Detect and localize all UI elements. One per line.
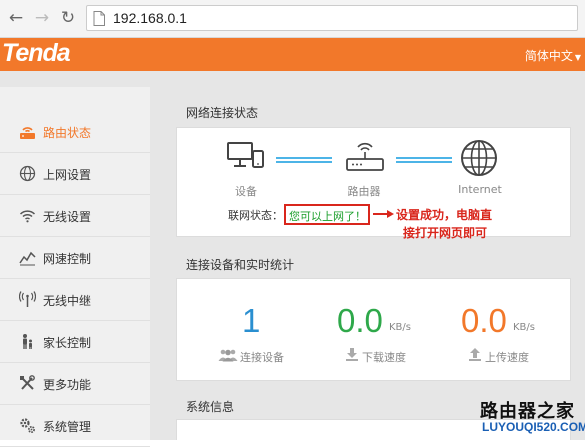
back-arrow-icon[interactable]: ← [6, 8, 26, 28]
wifi-icon [19, 210, 36, 223]
sidebar-item-system-management[interactable]: 系统管理 [0, 405, 150, 447]
sidebar-item-label: 更多功能 [43, 378, 92, 392]
sidebar-item-label: 路由状态 [43, 126, 92, 140]
reload-icon[interactable]: ↻ [58, 8, 78, 28]
globe-icon [19, 165, 36, 182]
annotation-note: 设置成功，电脑直 接打开网页即可 [396, 206, 492, 242]
connected-devices-label: 连接设备 [240, 351, 284, 364]
sidebar-item-label: 无线中继 [43, 294, 92, 308]
internet-label: Internet [458, 183, 502, 196]
device-label: 设备 [235, 185, 257, 198]
router-icon [20, 127, 35, 139]
sidebar-item-internet-settings[interactable]: 上网设置 [0, 153, 150, 195]
app-header: Tenda 简体中文 ▼ [0, 38, 585, 71]
annotation-arrow-icon [373, 210, 394, 218]
device-router-connection-line [276, 157, 332, 163]
sidebar: 路由状态 上网设置 无线设置 网速控制 无线中继 家长控制 更多功能 系统管理 [0, 87, 150, 447]
connection-status-highlight: 您可以上网了！ [284, 204, 370, 225]
parent-child-icon [23, 334, 32, 349]
upload-speed-unit: KB/s [513, 322, 535, 333]
stats-title: 连接设备和实时统计 [186, 258, 295, 272]
download-icon [346, 348, 358, 361]
address-bar[interactable]: 192.168.0.1 [86, 5, 578, 31]
sidebar-item-more-functions[interactable]: 更多功能 [0, 363, 150, 405]
sidebar-item-label: 家长控制 [43, 336, 92, 350]
network-status-title: 网络连接状态 [186, 106, 259, 120]
tenda-logo: Tenda [2, 39, 71, 67]
sidebar-item-speed-control[interactable]: 网速控制 [0, 237, 150, 279]
upload-icon [469, 348, 481, 361]
language-label: 简体中文 [524, 49, 573, 63]
sidebar-item-wireless-repeater[interactable]: 无线中继 [0, 279, 150, 321]
sidebar-item-label: 无线设置 [43, 210, 92, 224]
language-selector[interactable]: 简体中文 ▼ [525, 47, 581, 64]
page-icon [93, 11, 105, 26]
download-speed-value: 0.0 [337, 302, 383, 339]
forward-arrow-icon[interactable]: → [32, 8, 52, 28]
upload-speed-label: 上传速度 [485, 351, 529, 364]
sidebar-item-label: 网速控制 [43, 252, 92, 266]
tools-icon [20, 375, 35, 390]
header-spacer [0, 71, 585, 87]
router-label: 路由器 [347, 185, 381, 198]
sidebar-item-parental-control[interactable]: 家长控制 [0, 321, 150, 363]
watermark-url: LUYOUQI520.COM [482, 420, 585, 434]
download-speed-unit: KB/s [389, 322, 411, 333]
connection-status-label: 联网状态： [228, 209, 283, 222]
router-icon [346, 142, 384, 171]
annotation-line-2: 接打开网页即可 [403, 226, 488, 240]
chevron-down-icon: ▼ [574, 53, 581, 62]
site-watermark: 路由器之家 LUYOUQI520.COM [474, 396, 585, 440]
connected-devices-count: 1 [242, 302, 261, 339]
gears-icon [20, 418, 35, 433]
internet-globe-icon [461, 140, 497, 176]
sidebar-item-router-status[interactable]: 路由状态 [0, 111, 150, 153]
upload-speed-value: 0.0 [461, 302, 507, 339]
users-icon [218, 349, 238, 362]
sidebar-item-wireless-settings[interactable]: 无线设置 [0, 195, 150, 237]
download-speed-label: 下载速度 [362, 351, 406, 364]
annotation-line-1: 设置成功，电脑直 [396, 208, 493, 222]
sidebar-item-label: 系统管理 [43, 420, 92, 434]
browser-toolbar: ← → ↻ 192.168.0.1 [0, 0, 585, 38]
url-text[interactable]: 192.168.0.1 [113, 10, 187, 26]
router-internet-connection-line [396, 157, 452, 163]
sidebar-item-label: 上网设置 [43, 168, 92, 182]
connection-status-value: 您可以上网了！ [289, 210, 366, 223]
antenna-icon [19, 291, 36, 307]
system-info-title: 系统信息 [186, 400, 235, 414]
device-icon [227, 142, 264, 168]
speed-chart-icon [19, 251, 36, 266]
